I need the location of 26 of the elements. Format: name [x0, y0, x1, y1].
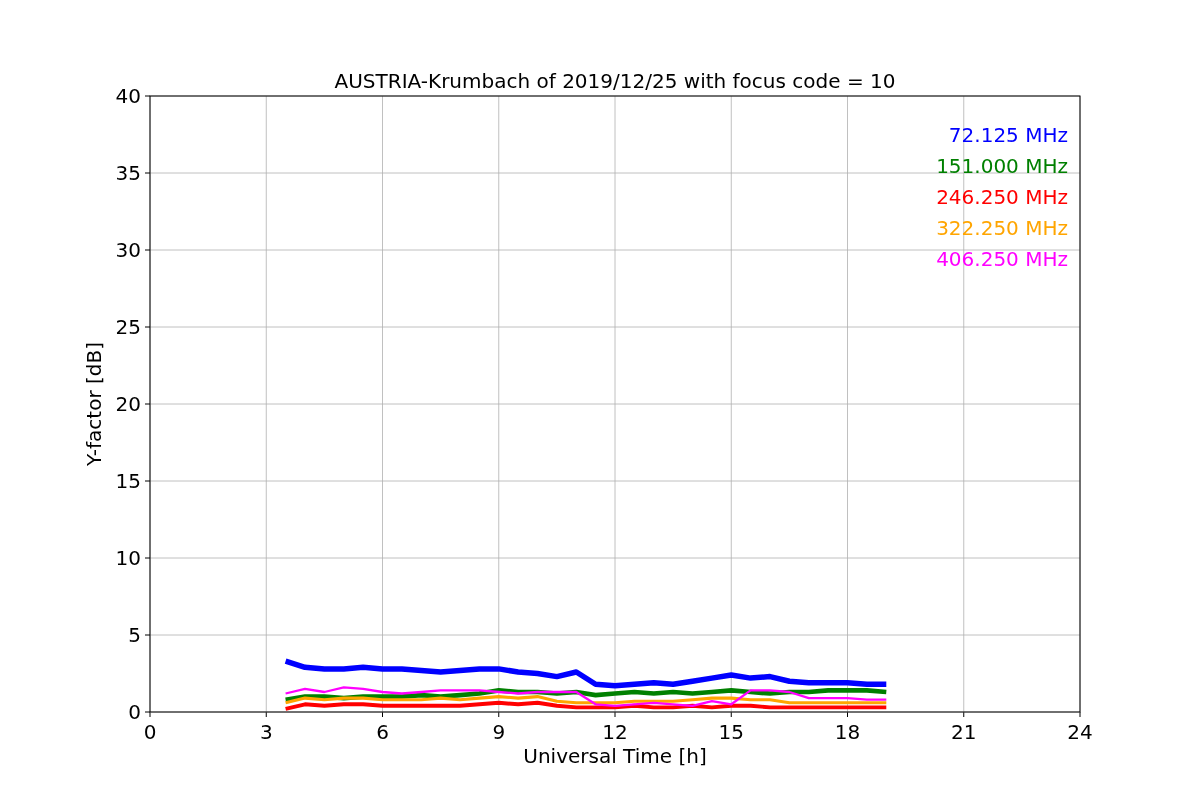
x-tick-label: 21 [951, 720, 977, 744]
y-tick-label: 0 [128, 700, 141, 724]
y-tick-label: 25 [115, 315, 141, 339]
y-tick-label: 5 [128, 623, 141, 647]
y-tick-label: 15 [115, 469, 141, 493]
x-tick-label: 3 [259, 720, 273, 744]
chart-title: AUSTRIA-Krumbach of 2019/12/25 with focus code = 10 [334, 69, 896, 93]
y-tick-label: 10 [115, 546, 141, 570]
y-tick-label: 40 [115, 84, 141, 108]
legend-label: 406.250 MHz [936, 247, 1068, 271]
legend-label: 246.250 MHz [936, 185, 1068, 209]
x-tick-label: 15 [718, 720, 744, 744]
x-tick-label: 18 [834, 720, 861, 744]
x-tick-label: 0 [143, 720, 157, 744]
x-tick-label: 12 [602, 720, 628, 744]
y-axis-label: Y-factor [dB] [82, 342, 106, 466]
x-axis-label: Universal Time [h] [523, 744, 707, 768]
legend-label: 72.125 MHz [948, 123, 1068, 147]
y-tick-label: 35 [115, 161, 141, 185]
y-tick-label: 20 [115, 392, 141, 416]
legend-label: 322.250 MHz [936, 216, 1068, 240]
x-tick-label: 9 [492, 720, 506, 744]
x-tick-label: 24 [1067, 720, 1093, 744]
y-tick-label: 30 [115, 238, 141, 262]
legend-label: 151.000 MHz [936, 154, 1068, 178]
x-tick-label: 6 [376, 720, 389, 744]
